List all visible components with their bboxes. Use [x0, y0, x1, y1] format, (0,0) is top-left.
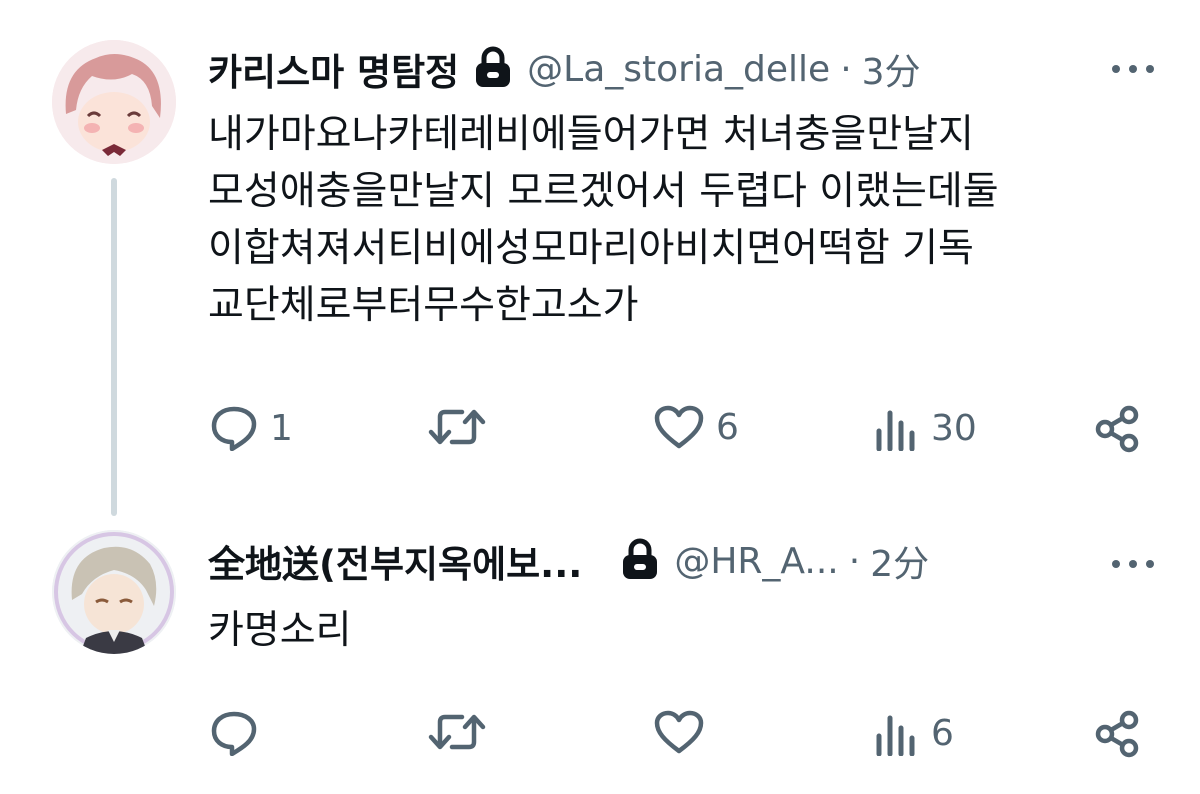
- views-icon: [876, 410, 915, 451]
- tweet-actions: 6: [0, 710, 1200, 760]
- reply-button[interactable]: 1: [210, 405, 293, 451]
- like-button[interactable]: [654, 710, 716, 754]
- heart-icon: [654, 710, 704, 754]
- share-icon: [1095, 405, 1139, 453]
- display-name[interactable]: 카리스마 명탐정: [208, 42, 459, 96]
- lock-icon: [620, 538, 660, 584]
- tweet-text: 내가마요나카테레비에들어가면 처녀충을만날지 모성애충을만날지 모르겠어서 두렵…: [208, 112, 999, 328]
- reply-icon: [211, 711, 257, 756]
- tweet-actions: 1 6 30: [0, 405, 1200, 455]
- share-button[interactable]: [1093, 710, 1141, 758]
- like-count: 6: [716, 406, 739, 448]
- views-icon: [876, 715, 915, 756]
- reply-icon: [211, 406, 257, 451]
- lock-icon: [473, 46, 513, 92]
- views-button[interactable]: 30: [875, 405, 977, 451]
- more-options-icon[interactable]: [1112, 65, 1154, 73]
- user-handle[interactable]: @La_storia_delle: [527, 49, 830, 90]
- pink-hair-character-avatar-icon: [52, 40, 176, 164]
- separator-dot: ·: [848, 540, 861, 582]
- tweet-header: 카리스마 명탐정 @La_storia_delle · 3分: [208, 44, 921, 94]
- avatar-1[interactable]: [52, 40, 176, 164]
- retweet-icon: [428, 714, 486, 750]
- timestamp[interactable]: 2分: [870, 535, 929, 587]
- views-button[interactable]: 6: [875, 710, 954, 756]
- views-count: 6: [931, 712, 954, 754]
- like-button[interactable]: 6: [654, 405, 739, 449]
- views-count: 30: [931, 407, 977, 449]
- share-icon: [1095, 710, 1139, 758]
- reply-count: 1: [270, 407, 293, 449]
- retweet-icon: [428, 409, 486, 445]
- retweet-button[interactable]: [428, 405, 498, 449]
- heart-icon: [654, 405, 704, 449]
- timestamp[interactable]: 3分: [862, 43, 921, 95]
- share-button[interactable]: [1093, 405, 1141, 453]
- separator-dot: ·: [840, 48, 852, 90]
- silver-hair-character-avatar-icon: [52, 530, 176, 654]
- tweet-text: 카명소리: [208, 608, 352, 653]
- display-name[interactable]: 全地送(전부지옥에보...: [208, 534, 582, 588]
- user-handle[interactable]: @HR_A...: [674, 541, 838, 582]
- thread-connector-line: [111, 178, 117, 516]
- tweet-header: 全地送(전부지옥에보... @HR_A... · 2分: [208, 536, 929, 586]
- more-options-icon[interactable]: [1112, 560, 1154, 568]
- avatar-2[interactable]: [52, 530, 176, 654]
- reply-button[interactable]: [210, 710, 270, 756]
- retweet-button[interactable]: [428, 710, 498, 754]
